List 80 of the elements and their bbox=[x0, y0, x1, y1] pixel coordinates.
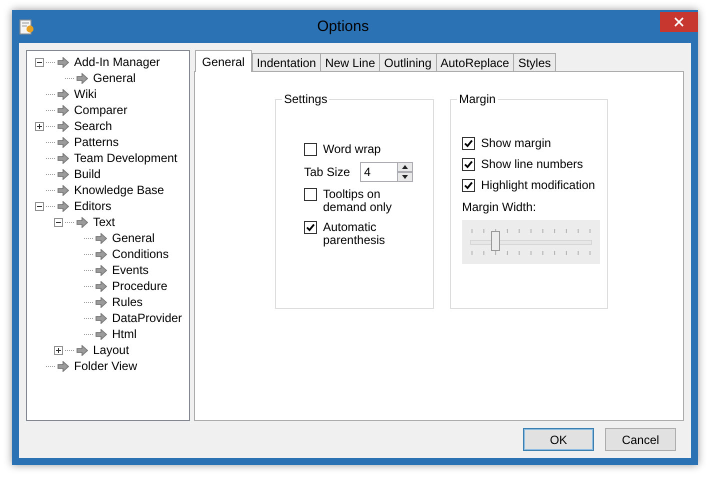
checkbox-label: Highlight modification bbox=[481, 179, 596, 192]
dialog-button[interactable]: OK bbox=[523, 428, 594, 451]
window-title: Options bbox=[316, 18, 370, 35]
tab[interactable]: AutoReplace bbox=[436, 53, 514, 72]
arrow-icon bbox=[57, 168, 69, 180]
arrow-icon bbox=[57, 136, 69, 148]
group-title: Margin bbox=[457, 92, 498, 106]
arrow-icon bbox=[95, 312, 107, 324]
arrow-icon bbox=[57, 152, 69, 164]
tree-item[interactable]: Text bbox=[92, 215, 116, 229]
arrow-icon bbox=[57, 88, 69, 100]
tree-item[interactable]: Rules bbox=[111, 295, 144, 309]
tab[interactable]: General bbox=[195, 50, 252, 72]
tree-item[interactable]: Build bbox=[73, 167, 102, 181]
tab[interactable]: Styles bbox=[513, 53, 556, 72]
down-icon[interactable] bbox=[397, 172, 414, 182]
checkbox[interactable] bbox=[304, 221, 317, 234]
tab[interactable]: Indentation bbox=[252, 53, 322, 72]
checkbox[interactable] bbox=[462, 137, 475, 150]
tree-item[interactable]: Search bbox=[73, 119, 114, 133]
tree-item[interactable]: Conditions bbox=[111, 247, 170, 261]
tree-item[interactable]: Knowledge Base bbox=[73, 183, 166, 197]
arrow-icon bbox=[76, 216, 88, 228]
tab[interactable]: Outlining bbox=[379, 53, 436, 72]
up-icon[interactable] bbox=[397, 162, 414, 172]
tab[interactable]: New Line bbox=[320, 53, 380, 72]
tree-item[interactable]: General bbox=[92, 71, 137, 85]
arrow-icon bbox=[57, 104, 69, 116]
arrow-icon bbox=[76, 72, 88, 84]
tree-item[interactable]: Comparer bbox=[73, 103, 128, 117]
expander-button[interactable] bbox=[35, 58, 44, 66]
tree-item[interactable]: Wiki bbox=[73, 87, 98, 101]
tree-item[interactable]: Folder View bbox=[73, 359, 138, 373]
tree-item[interactable]: Layout bbox=[92, 343, 130, 357]
group-title: Settings bbox=[282, 92, 330, 106]
tree-item[interactable]: Team Development bbox=[73, 151, 178, 165]
checkbox[interactable] bbox=[304, 188, 317, 201]
tree-item[interactable]: Patterns bbox=[73, 135, 120, 149]
dialog-button[interactable]: Cancel bbox=[605, 428, 676, 451]
checkbox-label: Word wrap bbox=[323, 143, 381, 156]
checkbox[interactable] bbox=[462, 158, 475, 171]
expander-button[interactable] bbox=[54, 346, 63, 354]
slider[interactable] bbox=[462, 220, 600, 264]
arrow-icon bbox=[57, 360, 69, 372]
tree-item[interactable]: DataProvider bbox=[111, 311, 184, 325]
close-icon bbox=[674, 17, 684, 27]
slider-thumb[interactable] bbox=[491, 231, 500, 251]
app-icon bbox=[19, 18, 35, 34]
arrow-icon bbox=[76, 344, 88, 356]
plus-icon bbox=[55, 346, 62, 354]
arrow-icon bbox=[57, 56, 69, 68]
arrow-icon bbox=[95, 264, 107, 276]
checkbox-label: Show line numbers bbox=[481, 158, 584, 171]
plus-icon bbox=[36, 122, 43, 130]
arrow-icon bbox=[95, 328, 107, 340]
arrow-icon bbox=[57, 120, 69, 132]
expander-button[interactable] bbox=[54, 218, 63, 226]
expander-button[interactable] bbox=[35, 122, 44, 130]
expander-button[interactable] bbox=[35, 202, 44, 210]
number-field[interactable]: 4 bbox=[360, 162, 398, 182]
arrow-icon bbox=[95, 248, 107, 260]
checkbox-label: Show margin bbox=[481, 137, 552, 150]
field-label: Tab Size bbox=[304, 165, 350, 179]
checkbox-label: Automatic parenthesis bbox=[323, 221, 386, 247]
arrow-icon bbox=[95, 296, 107, 308]
checkbox[interactable] bbox=[462, 179, 475, 192]
slider-label: Margin Width: bbox=[462, 200, 538, 214]
checkbox[interactable] bbox=[304, 143, 317, 156]
close-button[interactable] bbox=[660, 12, 698, 32]
checkbox-label: Tooltips on demand only bbox=[323, 188, 393, 214]
tree-item[interactable]: General bbox=[111, 231, 156, 245]
tree-item[interactable]: Html bbox=[111, 327, 138, 341]
arrow-icon bbox=[95, 232, 107, 244]
arrow-icon bbox=[57, 200, 69, 212]
tree-item[interactable]: Add-In Manager bbox=[73, 55, 162, 69]
tree-item[interactable]: Events bbox=[111, 263, 150, 277]
arrow-icon bbox=[95, 280, 107, 292]
arrow-icon bbox=[57, 184, 69, 196]
tree-item[interactable]: Procedure bbox=[111, 279, 168, 293]
tree-item[interactable]: Editors bbox=[73, 199, 112, 213]
